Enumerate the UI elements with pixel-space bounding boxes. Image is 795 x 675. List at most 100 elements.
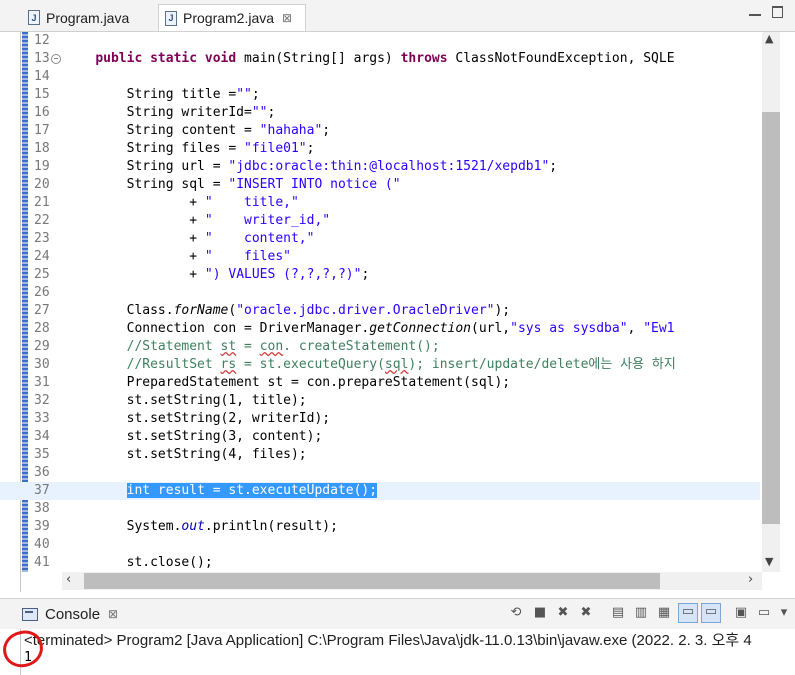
line-number: 12 bbox=[34, 33, 50, 48]
line-number: 30 bbox=[34, 357, 50, 372]
horizontal-scroll-thumb[interactable] bbox=[84, 573, 660, 589]
minimize-icon[interactable] bbox=[749, 6, 761, 16]
code-text: String title =""; bbox=[64, 86, 260, 104]
code-text: int result = st.executeUpdate(); bbox=[64, 482, 378, 500]
line-number: 35 bbox=[34, 447, 50, 462]
code-token: + bbox=[64, 249, 205, 264]
scroll-lock-icon[interactable]: ▤ bbox=[610, 605, 626, 621]
code-token: "Ew1 bbox=[643, 321, 675, 336]
code-line[interactable]: 38 bbox=[0, 500, 760, 518]
maximize-icon[interactable] bbox=[772, 6, 783, 18]
display-console-icon[interactable]: ▭ bbox=[756, 605, 772, 621]
code-token: st.close(); bbox=[64, 555, 213, 570]
line-number: 28 bbox=[34, 321, 50, 336]
code-token: ; bbox=[267, 105, 276, 120]
code-line[interactable]: 32 st.setString(1, title); bbox=[0, 392, 760, 410]
code-line[interactable]: 39 System.out.println(result); bbox=[0, 518, 760, 536]
view-menu-icon[interactable]: ▾ bbox=[776, 605, 792, 621]
code-line[interactable]: 17 String content = "hahaha"; bbox=[0, 122, 760, 140]
scroll-up-icon[interactable]: ▲ bbox=[765, 32, 773, 45]
close-console-icon[interactable]: ⊠ bbox=[108, 607, 118, 621]
code-token: ; bbox=[251, 87, 260, 102]
code-line[interactable]: 24 + " files" bbox=[0, 248, 760, 266]
code-line[interactable]: 40 bbox=[0, 536, 760, 554]
code-token: throws bbox=[400, 51, 448, 66]
code-text: st.setString(3, content); bbox=[64, 428, 323, 446]
code-line[interactable]: 19 String url = "jdbc:oracle:thin:@local… bbox=[0, 158, 760, 176]
code-token: ; bbox=[549, 159, 558, 174]
scroll-left-icon[interactable]: ‹ bbox=[66, 572, 71, 587]
line-number: 21 bbox=[34, 195, 50, 210]
code-line[interactable]: 28 Connection con = DriverManager.getCon… bbox=[0, 320, 760, 338]
code-line[interactable]: 41 st.close(); bbox=[0, 554, 760, 572]
java-file-icon: J bbox=[165, 10, 177, 26]
code-line[interactable]: 29 //Statement st = con. createStatement… bbox=[0, 338, 760, 356]
code-token: //ResultSet bbox=[64, 357, 221, 372]
code-line[interactable]: 15 String title =""; bbox=[0, 86, 760, 104]
fold-toggle-icon[interactable]: − bbox=[51, 54, 61, 64]
code-line[interactable]: 20 String sql = "INSERT INTO notice (" bbox=[0, 176, 760, 194]
code-token: st bbox=[220, 339, 237, 354]
line-number: 29 bbox=[34, 339, 50, 354]
code-line[interactable]: 37 int result = st.executeUpdate(); bbox=[0, 482, 760, 500]
code-line[interactable]: 16 String writerId=""; bbox=[0, 104, 760, 122]
terminate-icon[interactable]: ■ bbox=[532, 605, 548, 621]
open-console-icon[interactable]: ▣ bbox=[733, 605, 749, 621]
code-line[interactable]: 22 + " writer_id," bbox=[0, 212, 760, 230]
code-token: "sys as sysdba" bbox=[510, 321, 628, 336]
scroll-down-icon[interactable]: ▼ bbox=[765, 555, 773, 568]
code-line[interactable]: 23 + " content," bbox=[0, 230, 760, 248]
tab-program-java[interactable]: J Program.java bbox=[22, 4, 152, 31]
line-number: 31 bbox=[34, 375, 50, 390]
code-text: st.close(); bbox=[64, 554, 213, 572]
code-line[interactable]: 14 bbox=[0, 68, 760, 86]
show-stdout-icon[interactable]: ▭ bbox=[678, 603, 698, 623]
tab-console[interactable]: Console ⊠ bbox=[22, 599, 118, 629]
code-text: //ResultSet rs = st.executeQuery(sql); i… bbox=[64, 356, 676, 374]
code-text: + " files" bbox=[64, 248, 291, 266]
console-tab-bar: Console ⊠ ⟲ ■ ✖ ✖ ▤ ▥ ▦ ▭ ▭ ▣ ▭ ▾ bbox=[0, 598, 795, 629]
clear-console-icon[interactable]: ▦ bbox=[656, 605, 672, 621]
remove-all-icon[interactable]: ✖ bbox=[578, 605, 594, 621]
code-text: st.setString(1, title); bbox=[64, 392, 307, 410]
code-text: String files = "file01"; bbox=[64, 140, 315, 158]
show-stderr-icon[interactable]: ▭ bbox=[701, 603, 721, 623]
code-text: System.out.println(result); bbox=[64, 518, 338, 536]
vertical-scroll-thumb[interactable] bbox=[762, 112, 780, 524]
code-editor[interactable]: 12 13− public static void main(String[] a… bbox=[0, 32, 795, 592]
code-token: + bbox=[64, 231, 205, 246]
word-wrap-icon[interactable]: ▥ bbox=[633, 605, 649, 621]
code-line[interactable]: 13− public static void main(String[] arg… bbox=[0, 50, 760, 68]
code-text: st.setString(2, writerId); bbox=[64, 410, 331, 428]
code-token: int result = st.executeUpdate(); bbox=[126, 483, 378, 498]
code-line[interactable]: 26 bbox=[0, 284, 760, 302]
tab-program2-java[interactable]: J Program2.java ⊠ bbox=[158, 4, 306, 31]
code-line[interactable]: 31 PreparedStatement st = con.prepareSta… bbox=[0, 374, 760, 392]
code-line[interactable]: 25 + ") VALUES (?,?,?,?)"; bbox=[0, 266, 760, 284]
line-number: 15 bbox=[34, 87, 50, 102]
line-number: 26 bbox=[34, 285, 50, 300]
code-line[interactable]: 34 st.setString(3, content); bbox=[0, 428, 760, 446]
code-line[interactable]: 30 //ResultSet rs = st.executeQuery(sql)… bbox=[0, 356, 760, 374]
code-line[interactable]: 35 st.setString(4, files); bbox=[0, 446, 760, 464]
code-line[interactable]: 36 bbox=[0, 464, 760, 482]
remove-launch-icon[interactable]: ✖ bbox=[555, 605, 571, 621]
pin-icon[interactable]: ⟲ bbox=[508, 605, 524, 621]
code-token: st.setString(4, files); bbox=[64, 447, 307, 462]
scroll-right-icon[interactable]: › bbox=[748, 572, 753, 587]
line-number: 37 bbox=[34, 483, 50, 498]
code-token: " title," bbox=[204, 195, 299, 210]
close-tab-icon[interactable]: ⊠ bbox=[282, 11, 292, 25]
code-line[interactable]: 33 st.setString(2, writerId); bbox=[0, 410, 760, 428]
code-line[interactable]: 18 String files = "file01"; bbox=[0, 140, 760, 158]
code-line[interactable]: 12 bbox=[0, 32, 760, 50]
code-line[interactable]: 21 + " title," bbox=[0, 194, 760, 212]
code-line[interactable]: 27 Class.forName("oracle.jdbc.driver.Ora… bbox=[0, 302, 760, 320]
code-token: "oracle.jdbc.driver.OracleDriver" bbox=[236, 303, 495, 318]
code-token: forName bbox=[173, 303, 229, 318]
line-number: 40 bbox=[34, 537, 50, 552]
line-number: 25 bbox=[34, 267, 50, 282]
code-token: " writer_id," bbox=[204, 213, 331, 228]
